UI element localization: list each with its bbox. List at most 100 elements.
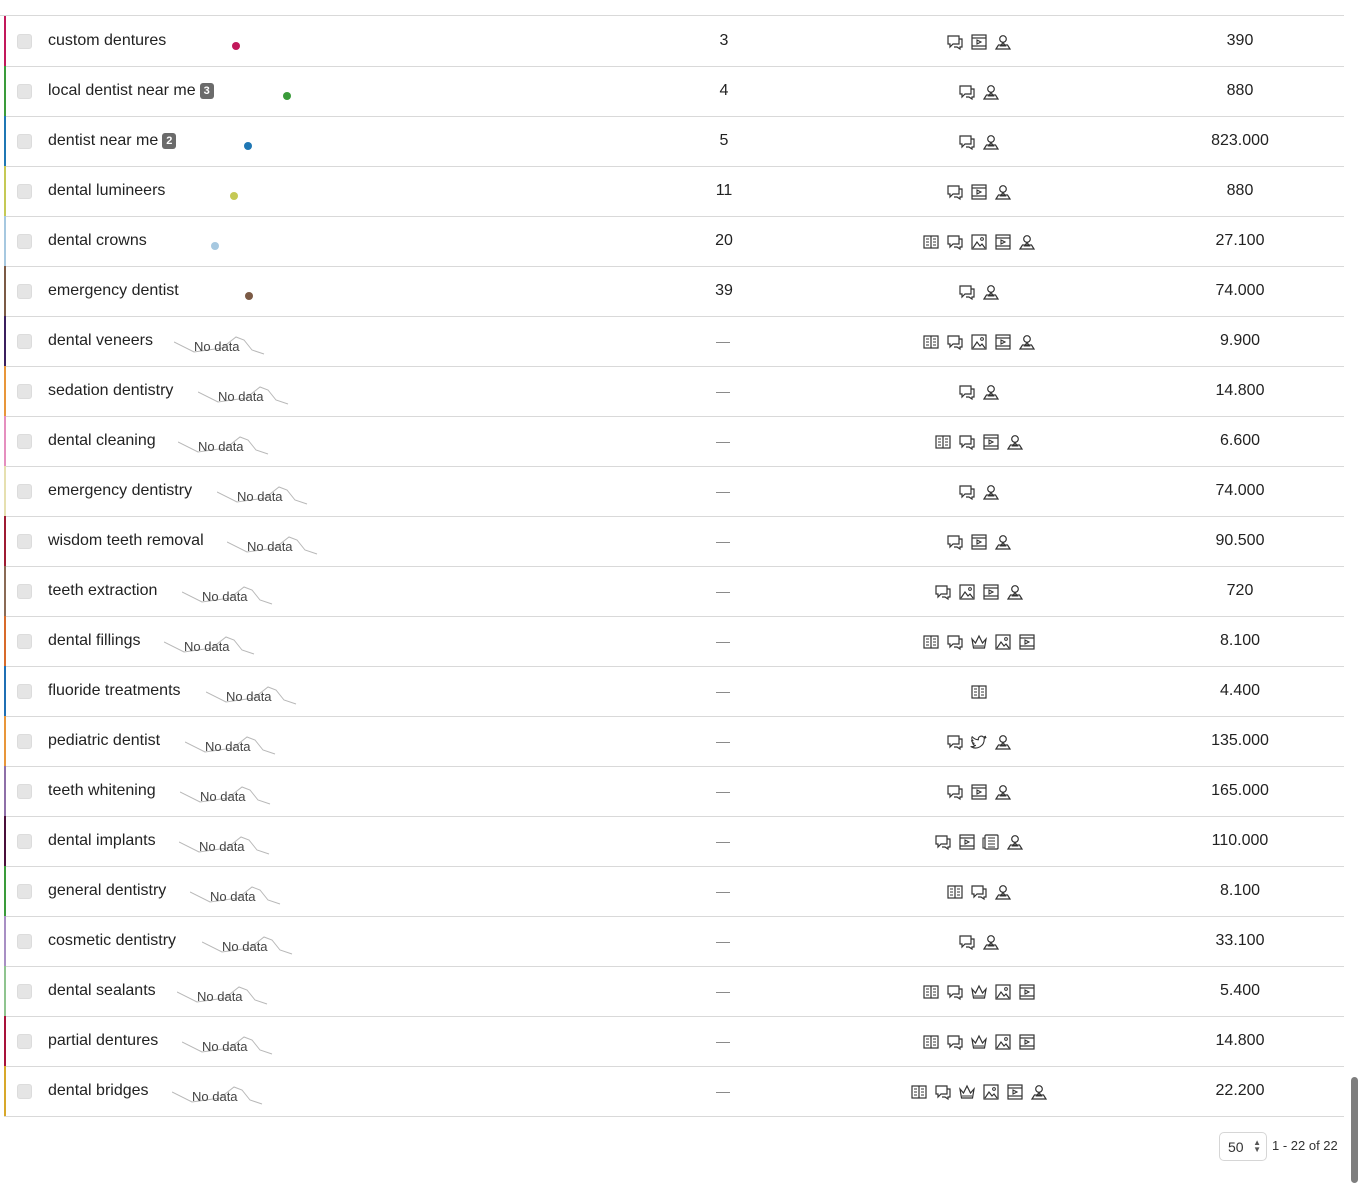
ads-icon[interactable] — [946, 733, 964, 751]
knowledge-panel-icon[interactable] — [922, 983, 940, 1001]
ads-icon[interactable] — [958, 483, 976, 501]
row-checkbox[interactable] — [17, 234, 32, 249]
local-pack-icon[interactable] — [982, 933, 1000, 951]
image-pack-icon[interactable] — [994, 1033, 1012, 1051]
local-pack-icon[interactable] — [994, 733, 1012, 751]
keyword-text[interactable]: sedation dentistry — [48, 382, 173, 400]
local-pack-icon[interactable] — [982, 283, 1000, 301]
table-row[interactable]: pediatric dentist No data 135.000 — [4, 716, 1344, 767]
ads-icon[interactable] — [946, 983, 964, 1001]
local-pack-icon[interactable] — [994, 33, 1012, 51]
row-checkbox[interactable] — [17, 484, 32, 499]
table-row[interactable]: cosmetic dentistry No data 33.100 — [4, 916, 1344, 967]
ads-icon[interactable] — [958, 933, 976, 951]
table-row[interactable]: emergency dentist 39 74.000 — [4, 266, 1344, 317]
knowledge-panel-icon[interactable] — [946, 883, 964, 901]
table-row[interactable]: dental crowns 20 27.100 — [4, 216, 1344, 267]
keyword-text[interactable]: fluoride treatments — [48, 682, 181, 700]
crown-icon[interactable] — [970, 633, 988, 651]
keyword-text[interactable]: dental lumineers — [48, 182, 165, 200]
ads-icon[interactable] — [946, 183, 964, 201]
table-row[interactable]: dental lumineers 11 880 — [4, 166, 1344, 217]
knowledge-panel-icon[interactable] — [910, 1083, 928, 1101]
keyword-text[interactable]: emergency dentistry — [48, 482, 192, 500]
ads-icon[interactable] — [946, 633, 964, 651]
keyword-text[interactable]: dental crowns — [48, 232, 147, 250]
local-pack-icon[interactable] — [994, 183, 1012, 201]
keyword-text[interactable]: dental veneers — [48, 332, 153, 350]
row-checkbox[interactable] — [17, 34, 32, 49]
ads-icon[interactable] — [958, 283, 976, 301]
video-icon[interactable] — [970, 183, 988, 201]
crown-icon[interactable] — [970, 983, 988, 1001]
video-icon[interactable] — [1018, 1033, 1036, 1051]
image-pack-icon[interactable] — [994, 983, 1012, 1001]
image-pack-icon[interactable] — [982, 1083, 1000, 1101]
row-checkbox[interactable] — [17, 1084, 32, 1099]
row-checkbox[interactable] — [17, 1034, 32, 1049]
table-row[interactable]: sedation dentistry No data 14.800 — [4, 366, 1344, 417]
row-checkbox[interactable] — [17, 684, 32, 699]
local-pack-icon[interactable] — [994, 783, 1012, 801]
image-pack-icon[interactable] — [958, 583, 976, 601]
scrollbar-thumb[interactable] — [1351, 1077, 1358, 1183]
keyword-text[interactable]: teeth whitening — [48, 782, 156, 800]
row-checkbox[interactable] — [17, 634, 32, 649]
ads-icon[interactable] — [946, 233, 964, 251]
local-pack-icon[interactable] — [1006, 583, 1024, 601]
per-page-select[interactable]: 50 ▲ ▼ — [1219, 1132, 1267, 1161]
keyword-text[interactable]: partial dentures — [48, 1032, 158, 1050]
video-icon[interactable] — [970, 533, 988, 551]
table-row[interactable]: dental fillings No data 8.100 — [4, 616, 1344, 667]
keyword-text[interactable]: general dentistry — [48, 882, 166, 900]
row-checkbox[interactable] — [17, 384, 32, 399]
ads-icon[interactable] — [934, 583, 952, 601]
keyword-text[interactable]: wisdom teeth removal — [48, 532, 204, 550]
table-row[interactable]: fluoride treatments No data 4.400 — [4, 666, 1344, 717]
local-pack-icon[interactable] — [994, 533, 1012, 551]
table-row[interactable]: emergency dentistry No data 74.000 — [4, 466, 1344, 517]
video-icon[interactable] — [970, 783, 988, 801]
row-checkbox[interactable] — [17, 584, 32, 599]
table-row[interactable]: dental cleaning No data 6.600 — [4, 416, 1344, 467]
ads-icon[interactable] — [946, 783, 964, 801]
video-icon[interactable] — [1018, 983, 1036, 1001]
ads-icon[interactable] — [934, 833, 952, 851]
video-icon[interactable] — [982, 433, 1000, 451]
row-checkbox[interactable] — [17, 934, 32, 949]
keyword-text[interactable]: dental fillings — [48, 632, 141, 650]
ads-icon[interactable] — [970, 883, 988, 901]
local-pack-icon[interactable] — [994, 883, 1012, 901]
knowledge-panel-icon[interactable] — [922, 633, 940, 651]
keyword-text[interactable]: local dentist near me — [48, 82, 196, 100]
ads-icon[interactable] — [946, 33, 964, 51]
local-pack-icon[interactable] — [982, 483, 1000, 501]
table-row[interactable]: dental sealants No data 5.400 — [4, 966, 1344, 1017]
knowledge-panel-icon[interactable] — [922, 233, 940, 251]
twitter-icon[interactable] — [970, 733, 988, 751]
video-icon[interactable] — [970, 33, 988, 51]
row-checkbox[interactable] — [17, 184, 32, 199]
local-pack-icon[interactable] — [1018, 233, 1036, 251]
ads-icon[interactable] — [958, 383, 976, 401]
ads-icon[interactable] — [958, 133, 976, 151]
ads-icon[interactable] — [946, 533, 964, 551]
video-icon[interactable] — [1018, 633, 1036, 651]
keyword-text[interactable]: teeth extraction — [48, 582, 157, 600]
local-pack-icon[interactable] — [1030, 1083, 1048, 1101]
keyword-text[interactable]: dental sealants — [48, 982, 156, 1000]
table-row[interactable]: teeth extraction No data 720 — [4, 566, 1344, 617]
table-row[interactable]: custom dentures 3 390 — [4, 16, 1344, 67]
knowledge-panel-icon[interactable] — [934, 433, 952, 451]
ads-icon[interactable] — [958, 433, 976, 451]
video-icon[interactable] — [982, 583, 1000, 601]
keyword-text[interactable]: emergency dentist — [48, 282, 179, 300]
local-pack-icon[interactable] — [982, 83, 1000, 101]
knowledge-panel-icon[interactable] — [922, 1033, 940, 1051]
table-row[interactable]: general dentistry No data 8.100 — [4, 866, 1344, 917]
keyword-text[interactable]: dental implants — [48, 832, 156, 850]
video-icon[interactable] — [994, 333, 1012, 351]
table-row[interactable]: partial dentures No data 14.800 — [4, 1016, 1344, 1067]
local-pack-icon[interactable] — [982, 383, 1000, 401]
local-pack-icon[interactable] — [1018, 333, 1036, 351]
